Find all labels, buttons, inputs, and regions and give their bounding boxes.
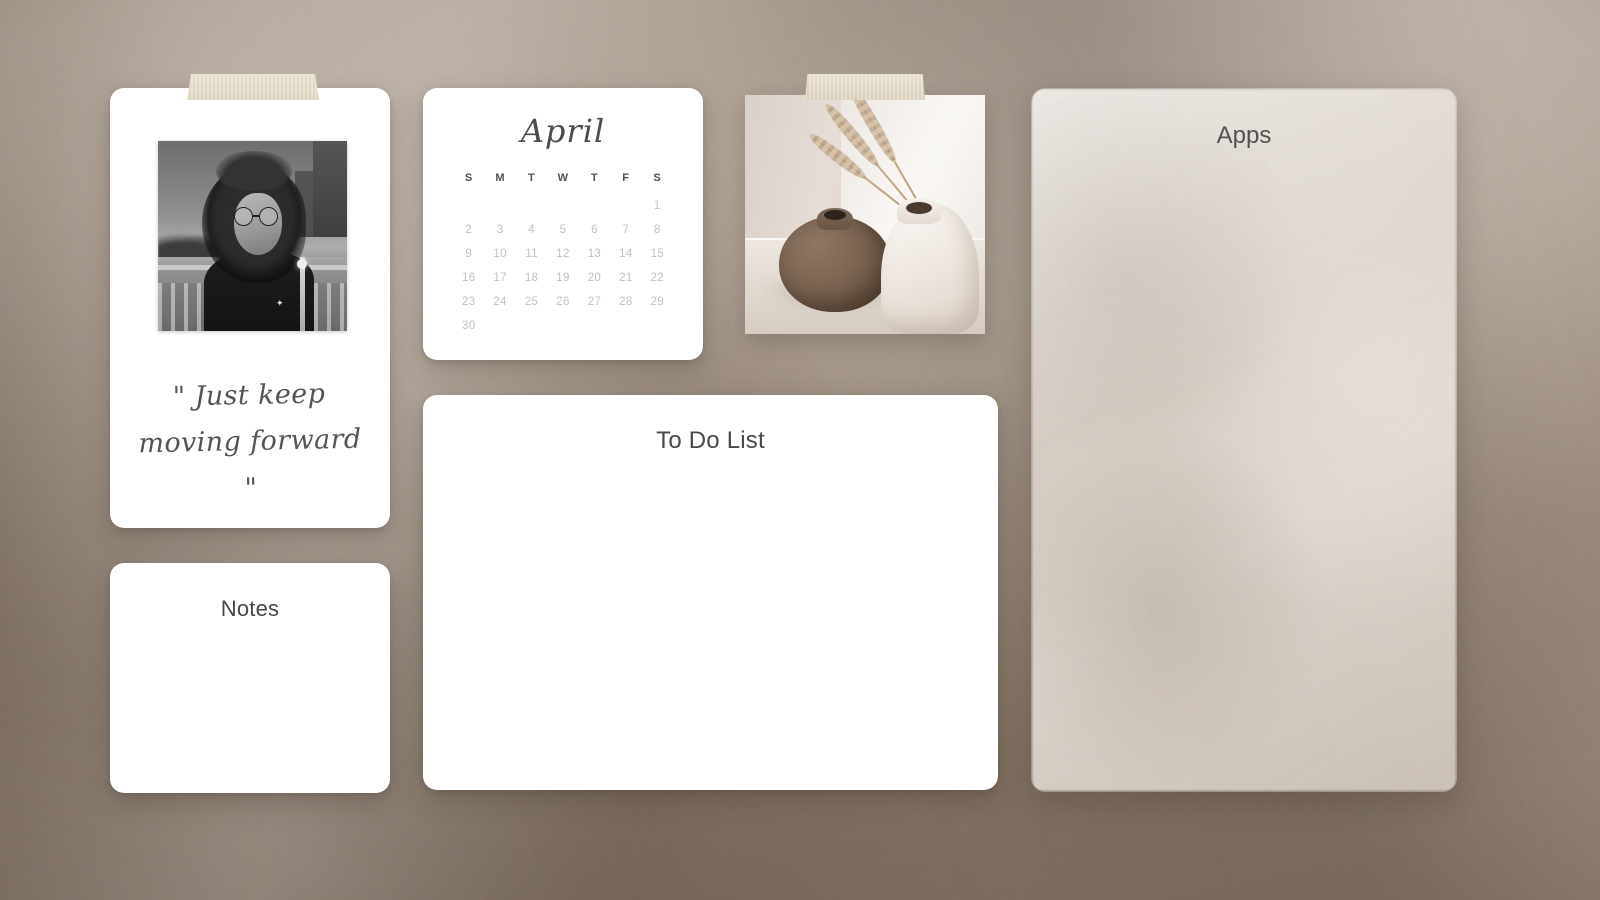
calendar-day[interactable]	[484, 314, 515, 338]
calendar-month-title: April	[520, 112, 606, 150]
calendar-weekday: F	[622, 172, 630, 184]
calendar-day[interactable]: 23	[453, 290, 484, 314]
calendar-week-row: 2 3 4 5 6 7 8	[453, 218, 673, 242]
calendar-week-row: 30	[453, 314, 673, 338]
calendar-weekday: W	[557, 172, 569, 184]
calendar-day[interactable]: 14	[610, 242, 641, 266]
quote-line-2: moving forward "	[138, 424, 362, 504]
calendar-day[interactable]: 30	[453, 314, 484, 338]
todo-list-card[interactable]: To Do List	[423, 395, 998, 790]
calendar-day[interactable]: 13	[579, 242, 610, 266]
notes-title: Notes	[220, 596, 280, 621]
calendar-weekday: M	[495, 172, 505, 184]
calendar-day[interactable]: 10	[484, 242, 515, 266]
calendar-day[interactable]: 16	[453, 266, 484, 290]
calendar-day[interactable]: 9	[453, 242, 484, 266]
calendar-day[interactable]: 2	[453, 218, 484, 242]
calendar-day[interactable]: 26	[547, 290, 578, 314]
calendar-day[interactable]	[516, 194, 547, 218]
notes-body[interactable]	[130, 643, 370, 777]
motivational-quote: " Just keep moving forward "	[127, 370, 374, 514]
calendar-day[interactable]	[610, 314, 641, 338]
calendar-week-row: 23 24 25 26 27 28 29	[453, 290, 673, 314]
calendar-week-row: 1	[453, 194, 673, 218]
apps-panel-title: Apps	[1216, 122, 1272, 149]
vase-photo[interactable]	[745, 95, 985, 334]
calendar-week-row: 9 10 11 12 13 14 15	[453, 242, 673, 266]
washi-tape-vase	[805, 74, 925, 100]
calendar-day[interactable]	[453, 194, 484, 218]
todo-list-body[interactable]	[451, 487, 970, 770]
calendar-day[interactable]: 17	[484, 266, 515, 290]
calendar-day[interactable]: 5	[547, 218, 578, 242]
calendar-grid[interactable]: S M T W T F S 1 2 3 4 5 6 7 8 9 10 11 12…	[453, 172, 673, 338]
quote-line-1: " Just keep	[172, 378, 326, 413]
todo-list-title: To Do List	[656, 427, 765, 454]
calendar-day[interactable]: 21	[610, 266, 641, 290]
calendar-weekday: S	[464, 172, 473, 184]
calendar-day[interactable]: 25	[516, 290, 547, 314]
calendar-day[interactable]: 15	[642, 242, 673, 266]
calendar-day[interactable]: 4	[516, 218, 547, 242]
calendar-day[interactable]: 3	[484, 218, 515, 242]
calendar-weekday: T	[528, 172, 536, 184]
calendar-day[interactable]	[610, 194, 641, 218]
calendar-day[interactable]: 8	[642, 218, 673, 242]
calendar-day[interactable]: 12	[547, 242, 578, 266]
calendar-card[interactable]: April S M T W T F S 1 2 3 4 5 6 7 8 9 10…	[423, 88, 703, 360]
calendar-day[interactable]: 20	[579, 266, 610, 290]
calendar-day[interactable]: 1	[642, 194, 673, 218]
calendar-day[interactable]	[579, 194, 610, 218]
apps-grid[interactable]	[1056, 185, 1432, 767]
apps-panel[interactable]: Apps	[1031, 88, 1457, 792]
calendar-day[interactable]	[579, 314, 610, 338]
calendar-day[interactable]	[484, 194, 515, 218]
calendar-day[interactable]	[516, 314, 547, 338]
calendar-day[interactable]: 28	[610, 290, 641, 314]
notes-card[interactable]: Notes	[110, 563, 390, 793]
calendar-day[interactable]	[547, 194, 578, 218]
calendar-day[interactable]: 19	[547, 266, 578, 290]
calendar-day[interactable]: 22	[642, 266, 673, 290]
washi-tape-photo	[187, 74, 319, 100]
calendar-week-row: 16 17 18 19 20 21 22	[453, 266, 673, 290]
portrait-photo: ✦	[158, 141, 347, 331]
calendar-day[interactable]	[642, 314, 673, 338]
calendar-day[interactable]: 7	[610, 218, 641, 242]
calendar-day[interactable]	[547, 314, 578, 338]
calendar-day[interactable]: 29	[642, 290, 673, 314]
calendar-weekday: T	[590, 172, 598, 184]
calendar-day[interactable]: 27	[579, 290, 610, 314]
photo-quote-card[interactable]: ✦ " Just keep moving forward "	[110, 88, 390, 528]
calendar-day[interactable]: 24	[484, 290, 515, 314]
calendar-weekday: S	[653, 172, 662, 184]
calendar-day[interactable]: 11	[516, 242, 547, 266]
calendar-weekday-row: S M T W T F S	[453, 172, 673, 194]
calendar-day[interactable]: 6	[579, 218, 610, 242]
calendar-day[interactable]: 18	[516, 266, 547, 290]
